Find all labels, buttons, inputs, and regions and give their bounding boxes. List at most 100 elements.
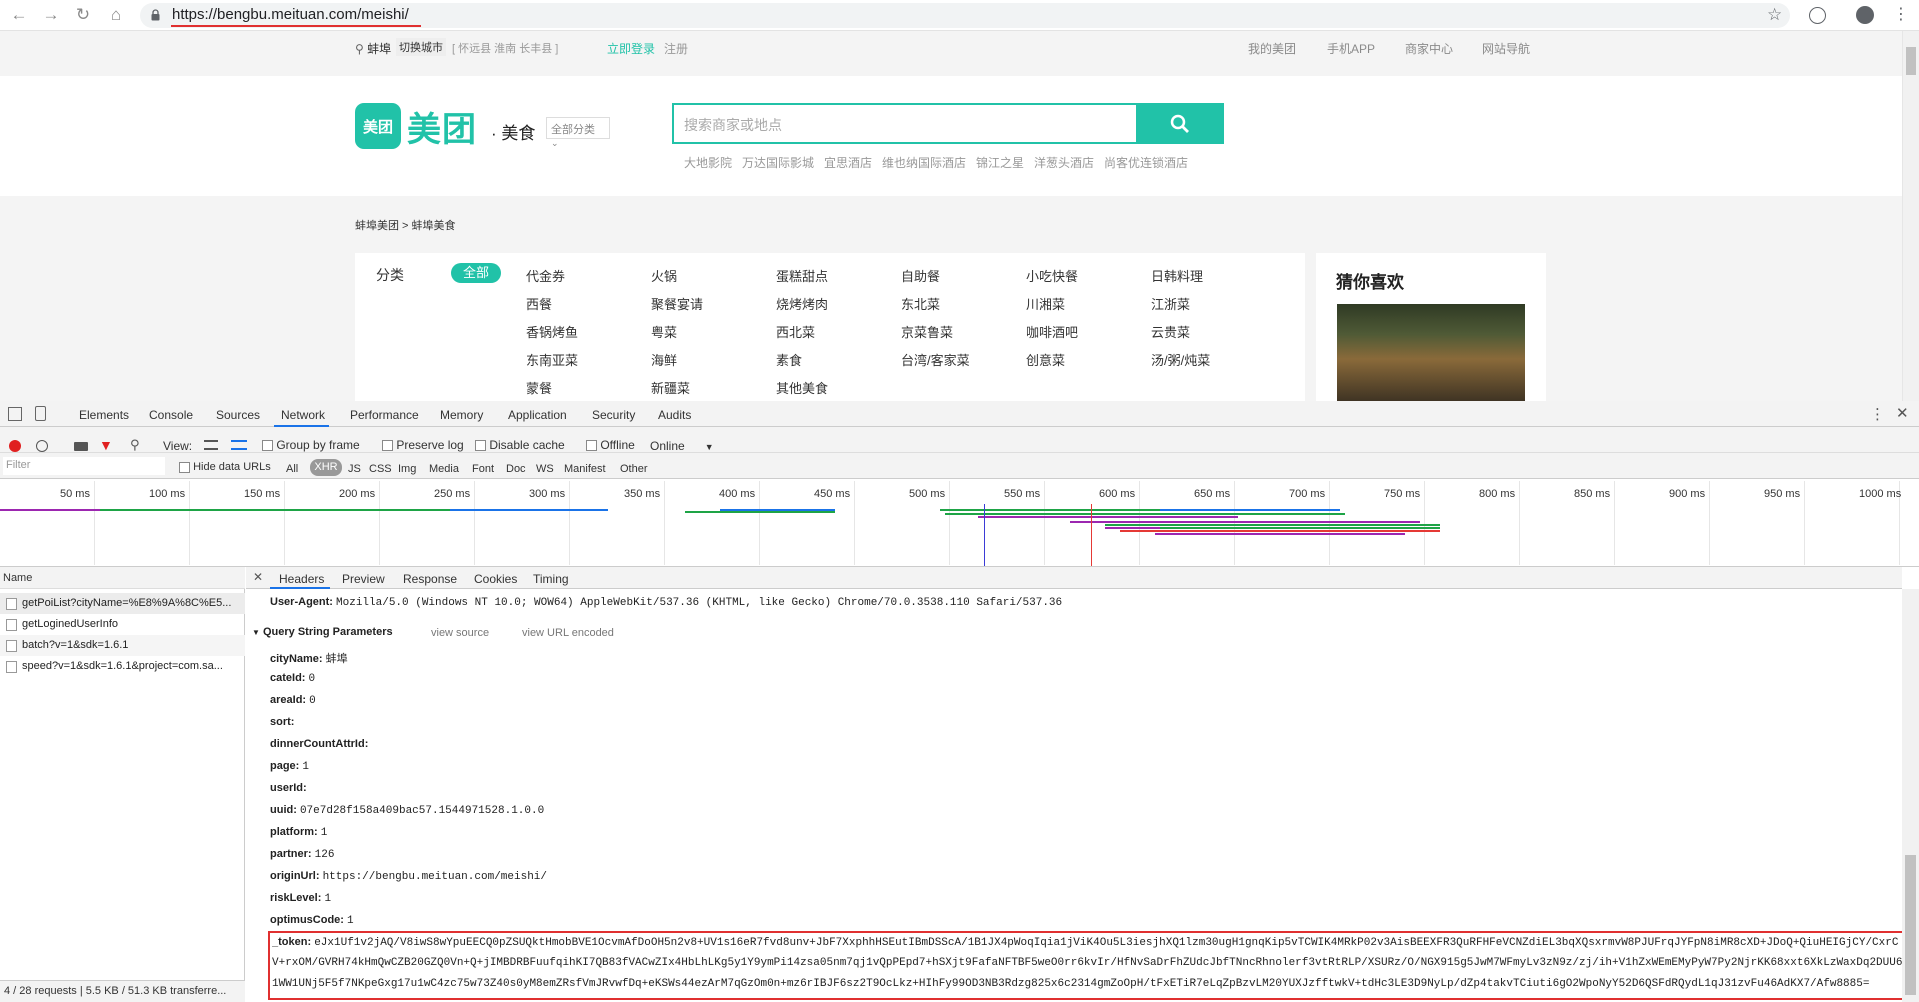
hot-search-item[interactable]: 万达国际影城 <box>742 154 814 171</box>
profile-avatar-icon[interactable] <box>1856 6 1874 24</box>
page-scrollbar[interactable] <box>1902 31 1919 401</box>
hot-search-item[interactable]: 洋葱头酒店 <box>1034 154 1094 171</box>
detail-scrollbar-thumb[interactable] <box>1905 855 1916 995</box>
tab-network[interactable]: Network <box>281 408 325 422</box>
devtools-menu-icon[interactable]: ⋮ <box>1870 405 1885 423</box>
preserve-log-checkbox[interactable] <box>382 440 393 452</box>
category-item[interactable]: 小吃快餐 <box>1026 266 1078 285</box>
tab-performance[interactable]: Performance <box>350 408 419 422</box>
search-icon[interactable]: ⚲ <box>130 437 140 453</box>
filter-type-xhr[interactable]: XHR <box>310 459 342 476</box>
category-item[interactable]: 西北菜 <box>776 322 815 341</box>
tab-console[interactable]: Console <box>149 408 193 422</box>
home-icon[interactable]: ⌂ <box>105 4 127 26</box>
clear-icon[interactable] <box>36 440 48 452</box>
hide-data-urls-option[interactable]: Hide data URLs <box>179 461 271 473</box>
filter-type-other[interactable]: Other <box>620 463 648 475</box>
forward-icon[interactable]: → <box>40 4 62 26</box>
filter-type-font[interactable]: Font <box>472 463 494 475</box>
back-icon[interactable]: ← <box>8 4 30 26</box>
group-by-frame-option[interactable]: Group by frame <box>262 438 360 452</box>
login-link[interactable]: 立即登录 <box>607 40 655 57</box>
close-detail-icon[interactable]: ✕ <box>253 570 263 584</box>
hot-search-item[interactable]: 尚客优连锁酒店 <box>1104 154 1188 171</box>
filter-type-all[interactable]: All <box>286 463 298 475</box>
tab-memory[interactable]: Memory <box>440 408 483 422</box>
network-timeline-overview[interactable] <box>0 479 1919 567</box>
detail-tab-preview[interactable]: Preview <box>342 572 385 586</box>
disable-cache-checkbox[interactable] <box>475 440 486 452</box>
bookmark-star-icon[interactable]: ☆ <box>1767 5 1782 25</box>
category-select[interactable]: 全部分类 ⌄ <box>546 117 610 148</box>
category-item[interactable]: 创意菜 <box>1026 350 1065 369</box>
category-item[interactable]: 日韩料理 <box>1151 266 1203 285</box>
screenshot-camera-icon[interactable] <box>74 442 88 451</box>
filter-type-doc[interactable]: Doc <box>506 463 526 475</box>
category-item[interactable]: 江浙菜 <box>1151 294 1190 313</box>
logo-text[interactable]: 美团 <box>407 102 477 151</box>
category-item[interactable]: 自助餐 <box>901 266 940 285</box>
category-item[interactable]: 西餐 <box>526 294 552 313</box>
meituan-logo-icon[interactable]: 美团 <box>355 103 401 149</box>
inspect-element-icon[interactable] <box>8 407 22 421</box>
hot-search-item[interactable]: 维也纳国际酒店 <box>882 154 966 171</box>
hide-data-urls-checkbox[interactable] <box>179 461 190 473</box>
view-source-link[interactable]: view source <box>431 627 489 639</box>
tab-security[interactable]: Security <box>592 408 635 422</box>
category-item[interactable]: 汤/粥/炖菜 <box>1151 350 1210 369</box>
filter-input[interactable]: Filter <box>3 457 165 475</box>
detail-tab-timing[interactable]: Timing <box>533 572 569 586</box>
category-item[interactable]: 蛋糕甜点 <box>776 266 828 285</box>
reload-icon[interactable]: ↻ <box>72 4 94 26</box>
tab-sources[interactable]: Sources <box>216 408 260 422</box>
category-item[interactable]: 素食 <box>776 350 802 369</box>
category-item[interactable]: 聚餐宴请 <box>651 294 703 313</box>
category-item[interactable]: 烧烤烤肉 <box>776 294 828 313</box>
hot-search-item[interactable]: 宜思酒店 <box>824 154 872 171</box>
category-item[interactable]: 其他美食 <box>776 378 828 397</box>
detail-tab-cookies[interactable]: Cookies <box>474 572 517 586</box>
top-link-mobile-app[interactable]: 手机APP <box>1327 40 1375 57</box>
page-scrollbar-thumb[interactable] <box>1906 47 1916 75</box>
category-item[interactable]: 火锅 <box>651 266 677 285</box>
device-toolbar-icon[interactable] <box>35 406 46 421</box>
category-item[interactable]: 香锅烤鱼 <box>526 322 578 341</box>
close-devtools-icon[interactable]: ✕ <box>1896 404 1909 422</box>
record-icon[interactable] <box>9 440 21 452</box>
filter-type-js[interactable]: JS <box>348 463 361 475</box>
extension-icon[interactable] <box>1809 7 1826 24</box>
detail-tab-headers[interactable]: Headers <box>279 572 324 586</box>
category-item[interactable]: 蒙餐 <box>526 378 552 397</box>
switch-city-button[interactable]: 切换城市 <box>396 38 446 56</box>
offline-checkbox[interactable] <box>586 440 597 452</box>
category-item[interactable]: 咖啡酒吧 <box>1026 322 1078 341</box>
category-item[interactable]: 海鲜 <box>651 350 677 369</box>
breadcrumb[interactable]: 蚌埠美团 > 蚌埠美食 <box>355 217 456 233</box>
throttle-select[interactable]: Online ▼ <box>650 439 714 453</box>
category-item[interactable]: 新疆菜 <box>651 378 690 397</box>
top-link-merchant-center[interactable]: 商家中心 <box>1405 40 1453 57</box>
category-item[interactable]: 代金券 <box>526 266 565 285</box>
disable-cache-option[interactable]: Disable cache <box>475 438 565 452</box>
tab-elements[interactable]: Elements <box>79 408 129 422</box>
filter-type-media[interactable]: Media <box>429 463 459 475</box>
hot-search-item[interactable]: 大地影院 <box>684 154 732 171</box>
category-item[interactable]: 粤菜 <box>651 322 677 341</box>
top-link-site-nav[interactable]: 网站导航 <box>1482 40 1530 57</box>
category-item[interactable]: 云贵菜 <box>1151 322 1190 341</box>
filter-type-img[interactable]: Img <box>398 463 416 475</box>
waterfall-view-icon[interactable] <box>231 440 247 450</box>
query-string-section-header[interactable]: ▼ Query String Parameters <box>252 626 393 638</box>
category-item[interactable]: 东北菜 <box>901 294 940 313</box>
request-list-header[interactable]: Name <box>0 567 245 589</box>
filter-type-manifest[interactable]: Manifest <box>564 463 606 475</box>
preserve-log-option[interactable]: Preserve log <box>382 438 464 452</box>
search-button[interactable] <box>1136 103 1224 144</box>
hot-search-item[interactable]: 锦江之星 <box>976 154 1024 171</box>
request-row[interactable]: batch?v=1&sdk=1.6.1 <box>0 635 245 656</box>
category-item[interactable]: 台湾/客家菜 <box>901 350 970 369</box>
filter-funnel-icon[interactable]: ▼ <box>99 437 113 453</box>
tab-application[interactable]: Application <box>508 408 567 422</box>
large-rows-icon[interactable] <box>204 440 218 450</box>
filter-type-css[interactable]: CSS <box>369 463 392 475</box>
